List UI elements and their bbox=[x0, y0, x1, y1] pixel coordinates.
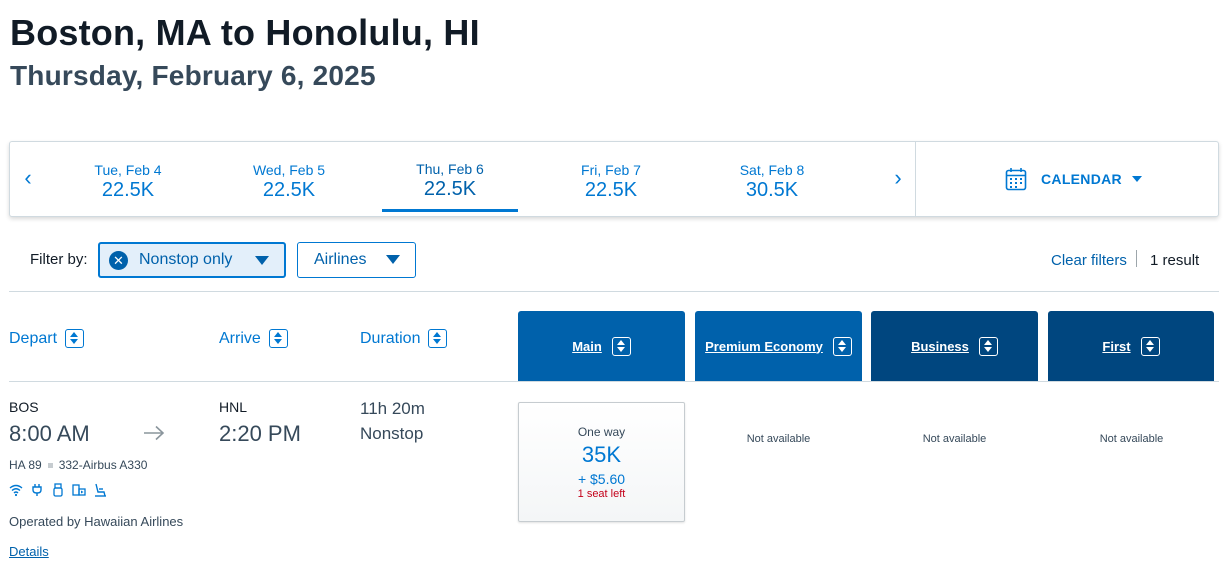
nonstop-filter-dropdown[interactable]: ✕ Nonstop only bbox=[98, 242, 286, 278]
date-label: Wed, Feb 5 bbox=[252, 162, 326, 178]
cabin-header-business[interactable]: Business bbox=[871, 311, 1038, 381]
clear-nonstop-x-icon[interactable]: ✕ bbox=[109, 250, 128, 270]
cabin-header-first[interactable]: First bbox=[1048, 311, 1214, 381]
date-strip: ‹ Tue, Feb 4 22.5K Wed, Feb 5 22.5K Thu,… bbox=[9, 141, 1219, 217]
sort-depart-button[interactable]: Depart bbox=[9, 329, 85, 348]
depart-header-label: Depart bbox=[9, 329, 58, 347]
calendar-button[interactable]: CALENDAR bbox=[1005, 166, 1142, 192]
sort-duration-button[interactable]: Duration bbox=[360, 329, 448, 348]
main-fare-button[interactable]: One way 35K + $5.60 1 seat left bbox=[518, 402, 685, 522]
caret-down-icon bbox=[386, 255, 400, 264]
flight-stops: Nonstop bbox=[360, 424, 424, 443]
date-price: 22.5K bbox=[101, 179, 155, 201]
caret-down-icon bbox=[1131, 176, 1142, 182]
date-label: Thu, Feb 6 bbox=[416, 161, 484, 177]
clear-filters-link[interactable]: Clear filters bbox=[1051, 252, 1127, 269]
arrive-airport-code: HNL bbox=[219, 399, 248, 415]
date-label: Tue, Feb 4 bbox=[94, 162, 162, 178]
business-fare-unavailable: Not available bbox=[922, 433, 987, 445]
duration-header-label: Duration bbox=[360, 329, 421, 347]
prev-dates-chevron-icon[interactable]: ‹ bbox=[18, 166, 38, 190]
date-price: 30.5K bbox=[745, 179, 799, 201]
sort-icon bbox=[428, 329, 448, 348]
date-cell-feb-4[interactable]: Tue, Feb 4 22.5K bbox=[60, 142, 196, 212]
date-cell-feb-7[interactable]: Fri, Feb 7 22.5K bbox=[543, 142, 679, 212]
caret-down-icon bbox=[255, 256, 269, 265]
arrive-header-label: Arrive bbox=[219, 329, 261, 347]
divider bbox=[1136, 250, 1137, 267]
premium-economy-fare-unavailable: Not available bbox=[746, 433, 811, 445]
strip-divider bbox=[915, 142, 916, 216]
operated-by: Operated by Hawaiian Airlines bbox=[9, 514, 184, 529]
filter-label: Filter by: bbox=[30, 251, 88, 268]
amenities bbox=[9, 483, 107, 497]
depart-airport-code: BOS bbox=[9, 399, 39, 415]
separator bbox=[47, 462, 53, 468]
result-count: 1 result bbox=[1150, 252, 1200, 269]
divider bbox=[9, 381, 1219, 382]
cabin-header-main[interactable]: Main bbox=[518, 311, 685, 381]
fare-miles: 35K bbox=[581, 442, 622, 467]
details-link[interactable]: Details bbox=[9, 544, 49, 559]
date-label: Fri, Feb 7 bbox=[581, 162, 641, 178]
usb-icon bbox=[53, 483, 63, 497]
power-icon bbox=[32, 484, 42, 496]
flight-duration: 11h 20m bbox=[360, 399, 425, 418]
fare-taxes: + $5.60 bbox=[577, 471, 626, 487]
sort-icon bbox=[268, 329, 288, 348]
calendar-icon bbox=[1005, 168, 1027, 191]
seats-left-badge: 1 seat left bbox=[577, 488, 626, 500]
cabin-label: First bbox=[1102, 338, 1131, 354]
first-fare-unavailable: Not available bbox=[1099, 433, 1164, 445]
flight-number: HA 89 bbox=[9, 458, 42, 472]
aircraft-type[interactable]: 332-Airbus A330 bbox=[59, 458, 148, 472]
selected-date-indicator bbox=[382, 209, 518, 212]
cabin-label: Business bbox=[911, 338, 969, 354]
arrow-right-icon bbox=[144, 425, 165, 441]
date-price: 22.5K bbox=[423, 178, 477, 200]
airlines-filter-label: Airlines bbox=[314, 251, 367, 268]
arrive-time: 2:20 PM bbox=[219, 421, 301, 446]
cabin-label: Main bbox=[572, 338, 602, 354]
sort-arrive-button[interactable]: Arrive bbox=[219, 329, 288, 348]
nonstop-filter-label: Nonstop only bbox=[139, 251, 233, 268]
entertainment-icon bbox=[72, 484, 86, 496]
date-price: 22.5K bbox=[584, 179, 638, 201]
sort-icon bbox=[611, 336, 631, 356]
date-label: Sat, Feb 8 bbox=[739, 162, 805, 178]
date-cell-feb-5[interactable]: Wed, Feb 5 22.5K bbox=[221, 142, 357, 212]
seat-icon bbox=[95, 483, 106, 497]
divider bbox=[9, 291, 1219, 292]
sort-icon bbox=[832, 336, 852, 356]
page-subtitle-date: Thursday, February 6, 2025 bbox=[10, 60, 376, 91]
date-price: 22.5K bbox=[262, 179, 316, 201]
next-dates-chevron-icon[interactable]: › bbox=[888, 166, 908, 190]
date-cell-feb-8[interactable]: Sat, Feb 8 30.5K bbox=[704, 142, 840, 212]
flight-info: HA 89 332-Airbus A330 bbox=[9, 458, 147, 472]
wifi-icon bbox=[9, 484, 23, 497]
airlines-filter-dropdown[interactable]: Airlines bbox=[297, 242, 416, 278]
date-cell-feb-6-selected[interactable]: Thu, Feb 6 22.5K bbox=[382, 142, 518, 212]
depart-time: 8:00 AM bbox=[9, 421, 90, 446]
cabin-header-premium-economy[interactable]: Premium Economy bbox=[695, 311, 862, 381]
page-title: Boston, MA to Honolulu, HI bbox=[10, 12, 480, 53]
fare-type: One way bbox=[577, 425, 626, 439]
calendar-label: CALENDAR bbox=[1041, 171, 1122, 187]
sort-icon bbox=[978, 336, 998, 356]
sort-icon bbox=[65, 329, 85, 348]
sort-icon bbox=[1140, 336, 1160, 356]
cabin-label: Premium Economy bbox=[705, 338, 823, 354]
